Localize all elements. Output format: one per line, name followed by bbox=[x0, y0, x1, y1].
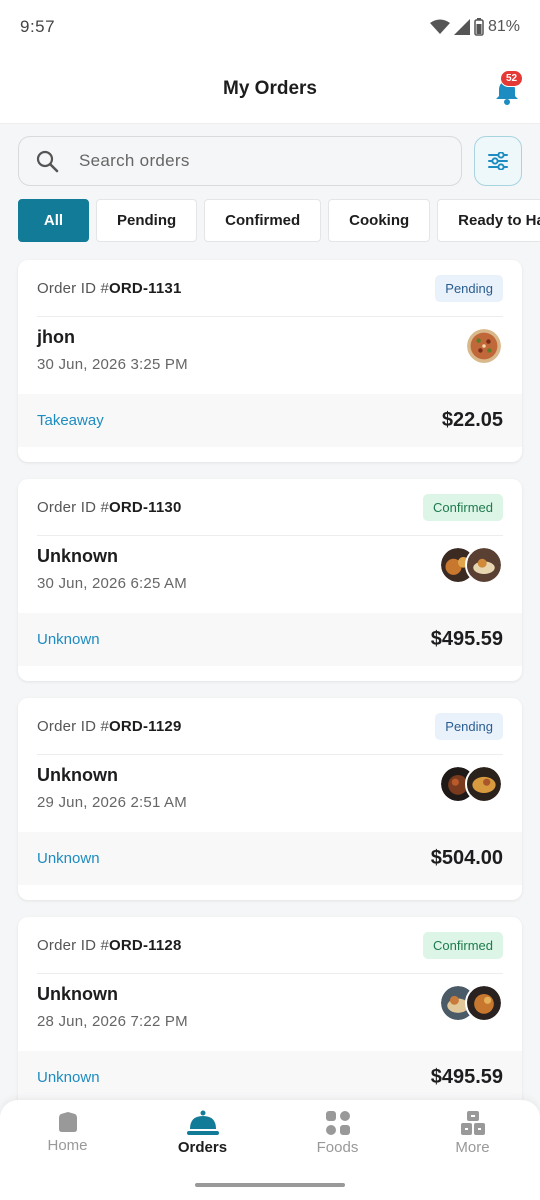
nav-label-more: More bbox=[455, 1139, 490, 1156]
status-icons: 81% bbox=[429, 18, 520, 36]
grid-icon bbox=[325, 1111, 350, 1135]
battery-icon bbox=[474, 18, 484, 36]
wifi-icon bbox=[429, 19, 450, 34]
order-total: $495.59 bbox=[430, 1066, 503, 1088]
food-thumbnails bbox=[439, 984, 503, 1022]
customer-name: Unknown bbox=[37, 765, 118, 785]
status-bar: 9:57 81% bbox=[0, 0, 540, 54]
order-card-header: Order ID #ORD-1129 Pending bbox=[37, 698, 503, 755]
notification-button[interactable]: 52 bbox=[494, 70, 524, 105]
search-input[interactable] bbox=[79, 151, 379, 171]
nav-label-orders: Orders bbox=[177, 1139, 228, 1156]
status-badge: Pending bbox=[435, 712, 503, 740]
customer-name: jhon bbox=[37, 327, 75, 347]
order-card-body: jhon 30 Jun, 2026 3:25 PM bbox=[18, 317, 522, 394]
home-icon bbox=[58, 1112, 77, 1132]
food-image bbox=[465, 765, 503, 803]
order-date: 30 Jun, 2026 3:25 PM bbox=[37, 356, 188, 373]
order-date: 30 Jun, 2026 6:25 AM bbox=[37, 575, 187, 592]
status-badge: Confirmed bbox=[423, 931, 503, 959]
search-row bbox=[18, 136, 522, 186]
search-icon bbox=[36, 150, 59, 173]
notification-count-badge: 52 bbox=[500, 70, 524, 87]
order-card-footer: Unknown $504.00 bbox=[18, 832, 522, 885]
order-type: Unknown bbox=[37, 631, 100, 648]
order-type: Unknown bbox=[37, 850, 100, 867]
app-header: My Orders 52 bbox=[0, 54, 540, 124]
order-card-footer: Unknown $495.59 bbox=[18, 613, 522, 666]
order-total: $504.00 bbox=[430, 847, 503, 869]
order-card-body: Unknown 28 Jun, 2026 7:22 PM bbox=[18, 974, 522, 1051]
page-title: My Orders bbox=[223, 77, 317, 99]
order-card-header: Order ID #ORD-1128 Confirmed bbox=[37, 917, 503, 974]
home-indicator[interactable] bbox=[195, 1183, 345, 1187]
food-thumbnails bbox=[439, 546, 503, 584]
order-card[interactable]: Order ID #ORD-1129 Pending Unknown 29 Ju… bbox=[18, 698, 522, 900]
order-date: 28 Jun, 2026 7:22 PM bbox=[37, 1013, 188, 1030]
food-image bbox=[465, 546, 503, 584]
food-thumbnails bbox=[439, 765, 503, 803]
status-time: 9:57 bbox=[20, 17, 56, 36]
pizza-image bbox=[465, 327, 503, 365]
order-id: Order ID #ORD-1128 bbox=[37, 936, 182, 954]
battery-level: 81% bbox=[487, 18, 520, 35]
nav-label-home: Home bbox=[47, 1137, 88, 1154]
filter-chip-confirmed[interactable]: Confirmed bbox=[204, 199, 322, 242]
customer-name: Unknown bbox=[37, 984, 118, 1004]
order-card-body: Unknown 29 Jun, 2026 2:51 AM bbox=[18, 755, 522, 832]
order-card-header: Order ID #ORD-1130 Confirmed bbox=[37, 479, 503, 536]
order-total: $495.59 bbox=[430, 628, 503, 650]
filter-chip-all[interactable]: All bbox=[18, 199, 89, 242]
service-bell-icon bbox=[186, 1110, 219, 1135]
nav-item-home[interactable]: Home bbox=[0, 1100, 135, 1200]
order-card-header: Order ID #ORD-1131 Pending bbox=[37, 260, 503, 317]
order-card[interactable]: Order ID #ORD-1130 Confirmed Unknown 30 … bbox=[18, 479, 522, 681]
order-id: Order ID #ORD-1131 bbox=[37, 279, 182, 297]
order-id: Order ID #ORD-1129 bbox=[37, 717, 182, 735]
order-date: 29 Jun, 2026 2:51 AM bbox=[37, 794, 187, 811]
order-type: Takeaway bbox=[37, 412, 104, 429]
food-image bbox=[465, 984, 503, 1022]
sliders-icon bbox=[488, 152, 508, 170]
status-filter-chips: All Pending Confirmed Cooking Ready to H… bbox=[18, 199, 540, 243]
signal-icon bbox=[453, 19, 470, 35]
filter-chip-cooking[interactable]: Cooking bbox=[328, 199, 431, 242]
filter-chip-pending[interactable]: Pending bbox=[96, 199, 198, 242]
order-type: Unknown bbox=[37, 1069, 100, 1086]
order-card-footer: Takeaway $22.05 bbox=[18, 394, 522, 447]
nav-item-more[interactable]: More bbox=[405, 1100, 540, 1200]
filter-chip-ready[interactable]: Ready to Ha bbox=[437, 199, 540, 242]
status-badge: Pending bbox=[435, 274, 503, 302]
order-card-body: Unknown 30 Jun, 2026 6:25 AM bbox=[18, 536, 522, 613]
filter-button[interactable] bbox=[474, 136, 522, 186]
order-card-footer: Unknown $495.59 bbox=[18, 1051, 522, 1104]
more-icon bbox=[460, 1111, 485, 1135]
customer-name: Unknown bbox=[37, 546, 118, 566]
search-box[interactable] bbox=[18, 136, 462, 186]
food-thumbnails bbox=[465, 327, 503, 365]
order-id: Order ID #ORD-1130 bbox=[37, 498, 182, 516]
order-total: $22.05 bbox=[441, 409, 503, 431]
order-card[interactable]: Order ID #ORD-1131 Pending jhon 30 Jun, … bbox=[18, 260, 522, 462]
order-card[interactable]: Order ID #ORD-1128 Confirmed Unknown 28 … bbox=[18, 917, 522, 1119]
nav-label-foods: Foods bbox=[316, 1139, 359, 1156]
status-badge: Confirmed bbox=[423, 493, 503, 521]
